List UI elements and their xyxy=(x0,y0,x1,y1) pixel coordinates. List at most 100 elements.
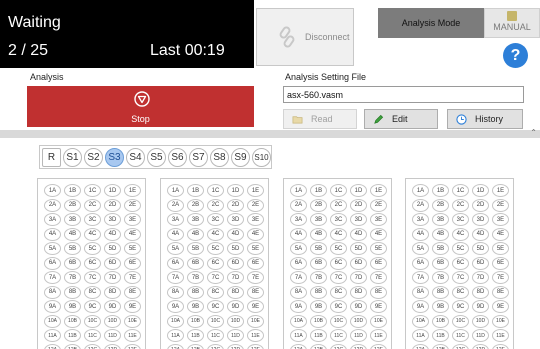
sample-position[interactable]: 9A xyxy=(44,300,61,313)
sample-position[interactable]: 4C xyxy=(330,227,347,241)
sample-position[interactable]: 8C xyxy=(84,285,101,299)
sample-position[interactable]: 8C xyxy=(207,285,224,299)
sample-position[interactable]: 5E xyxy=(124,242,141,255)
sample-position[interactable]: 8A xyxy=(44,285,61,299)
sample-position[interactable]: 1D xyxy=(350,184,367,197)
sample-position[interactable]: 3B xyxy=(310,213,327,226)
sample-position[interactable]: 2A xyxy=(290,198,307,212)
sample-position[interactable]: 6E xyxy=(492,256,509,270)
sample-position[interactable]: 3B xyxy=(64,213,81,226)
sample-position[interactable]: 8B xyxy=(432,285,449,299)
sample-position[interactable]: 8E xyxy=(247,285,264,299)
sample-position[interactable]: 12C xyxy=(207,343,224,349)
sample-position[interactable]: 6C xyxy=(452,256,469,270)
sample-position[interactable]: 2E xyxy=(492,198,509,212)
sample-position[interactable]: 7A xyxy=(44,271,61,284)
sample-position[interactable]: 8A xyxy=(290,285,307,299)
sample-position[interactable]: 6C xyxy=(207,256,224,270)
sample-position[interactable]: 8D xyxy=(227,285,244,299)
sample-position[interactable]: 7C xyxy=(330,271,347,284)
sample-position[interactable]: 4A xyxy=(290,227,307,241)
sample-position[interactable]: 11B xyxy=(310,329,327,342)
sample-position[interactable]: 3E xyxy=(492,213,509,226)
sample-position[interactable]: 2C xyxy=(207,198,224,212)
sample-position[interactable]: 9A xyxy=(412,300,429,313)
sample-position[interactable]: 10B xyxy=(310,314,327,328)
disconnect-button[interactable]: Disconnect xyxy=(256,8,354,66)
sample-position[interactable]: 9A xyxy=(167,300,184,313)
sample-position[interactable]: 4D xyxy=(472,227,489,241)
sample-position[interactable]: 11A xyxy=(167,329,184,342)
sample-position[interactable]: 2A xyxy=(412,198,429,212)
sample-position[interactable]: 3A xyxy=(44,213,61,226)
sample-position[interactable]: 2D xyxy=(227,198,244,212)
help-icon[interactable]: ? xyxy=(503,43,528,68)
sample-position[interactable]: 7E xyxy=(124,271,141,284)
sample-position[interactable]: 5A xyxy=(167,242,184,255)
sample-position[interactable]: 11B xyxy=(64,329,81,342)
sample-position[interactable]: 10A xyxy=(412,314,429,328)
history-button[interactable]: History xyxy=(447,109,523,129)
sample-position[interactable]: 9E xyxy=(370,300,387,313)
tab-s4[interactable]: S4 xyxy=(126,147,145,167)
stop-button[interactable]: Stop xyxy=(27,86,254,127)
sample-position[interactable]: 5B xyxy=(64,242,81,255)
sample-position[interactable]: 4D xyxy=(227,227,244,241)
sample-position[interactable]: 1C xyxy=(207,184,224,197)
sample-position[interactable]: 11A xyxy=(290,329,307,342)
sample-position[interactable]: 10E xyxy=(492,314,509,328)
sample-position[interactable]: 7E xyxy=(247,271,264,284)
sample-position[interactable]: 5D xyxy=(472,242,489,255)
sample-position[interactable]: 11D xyxy=(350,329,367,342)
sample-position[interactable]: 10C xyxy=(452,314,469,328)
sample-position[interactable]: 1D xyxy=(472,184,489,197)
sample-position[interactable]: 12C xyxy=(452,343,469,349)
sample-position[interactable]: 9B xyxy=(64,300,81,313)
sample-position[interactable]: 3D xyxy=(104,213,121,226)
sample-position[interactable]: 12D xyxy=(104,343,121,349)
sample-position[interactable]: 7B xyxy=(64,271,81,284)
sample-position[interactable]: 12B xyxy=(310,343,327,349)
sample-position[interactable]: 4A xyxy=(412,227,429,241)
sample-position[interactable]: 4E xyxy=(124,227,141,241)
analysis-setting-file-input[interactable] xyxy=(283,86,524,103)
sample-position[interactable]: 1C xyxy=(452,184,469,197)
sample-position[interactable]: 10C xyxy=(330,314,347,328)
sample-position[interactable]: 3A xyxy=(290,213,307,226)
manual-mode-button[interactable]: MANUAL xyxy=(484,8,540,38)
sample-position[interactable]: 9E xyxy=(492,300,509,313)
sample-position[interactable]: 8E xyxy=(124,285,141,299)
sample-position[interactable]: 2E xyxy=(247,198,264,212)
sample-position[interactable]: 5B xyxy=(432,242,449,255)
sample-position[interactable]: 2E xyxy=(124,198,141,212)
sample-position[interactable]: 1B xyxy=(310,184,327,197)
sample-position[interactable]: 1E xyxy=(247,184,264,197)
sample-position[interactable]: 4C xyxy=(452,227,469,241)
sample-position[interactable]: 4C xyxy=(207,227,224,241)
sample-position[interactable]: 12D xyxy=(472,343,489,349)
sample-position[interactable]: 9E xyxy=(247,300,264,313)
sample-position[interactable]: 5A xyxy=(44,242,61,255)
sample-position[interactable]: 9D xyxy=(227,300,244,313)
sample-position[interactable]: 4A xyxy=(167,227,184,241)
sample-position[interactable]: 7D xyxy=(227,271,244,284)
sample-position[interactable]: 11C xyxy=(452,329,469,342)
sample-position[interactable]: 11E xyxy=(247,329,264,342)
sample-position[interactable]: 7A xyxy=(167,271,184,284)
sample-position[interactable]: 12D xyxy=(227,343,244,349)
sample-position[interactable]: 7D xyxy=(104,271,121,284)
sample-position[interactable]: 3D xyxy=(472,213,489,226)
sample-position[interactable]: 2B xyxy=(64,198,81,212)
sample-position[interactable]: 3E xyxy=(370,213,387,226)
sample-position[interactable]: 9C xyxy=(207,300,224,313)
sample-position[interactable]: 3E xyxy=(124,213,141,226)
sample-position[interactable]: 1A xyxy=(290,184,307,197)
sample-position[interactable]: 11D xyxy=(472,329,489,342)
sample-position[interactable]: 10C xyxy=(84,314,101,328)
sample-position[interactable]: 7A xyxy=(412,271,429,284)
sample-position[interactable]: 2C xyxy=(452,198,469,212)
sample-position[interactable]: 7B xyxy=(310,271,327,284)
tab-s6[interactable]: S6 xyxy=(168,147,187,167)
sample-position[interactable]: 3C xyxy=(330,213,347,226)
sample-position[interactable]: 10D xyxy=(104,314,121,328)
